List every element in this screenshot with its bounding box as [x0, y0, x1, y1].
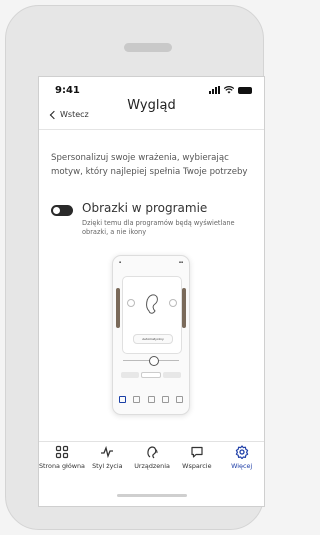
- pulse-icon: [101, 445, 114, 459]
- tab-support[interactable]: Wsparcie: [174, 445, 219, 485]
- preview-illustration: ▪ ▪▪ Automatyczny: [112, 255, 190, 415]
- phone-screen: 9:41 Wstecz Wygląd Spersonalizuj swoje w…: [38, 76, 265, 507]
- preview-dot-icon: [127, 299, 135, 307]
- tab-label: Wsparcie: [182, 462, 212, 470]
- tab-label: Strona główna: [39, 462, 85, 470]
- home-indicator: [117, 494, 187, 497]
- tab-label: Urządzenia: [134, 462, 170, 470]
- tab-label: Styl życia: [92, 462, 123, 470]
- gear-icon: [235, 445, 248, 459]
- tab-bar: Strona główna Styl życia Urządzenia Wspa…: [39, 445, 264, 485]
- ear-icon: [146, 294, 158, 314]
- preview-dot-icon: [169, 299, 177, 307]
- status-time: 9:41: [55, 85, 80, 96]
- preview-program-chip: Automatyczny: [133, 334, 173, 344]
- setting-description: Dzięki temu dla programów będą wyświetla…: [82, 219, 235, 236]
- header-divider: [39, 129, 264, 130]
- battery-icon: [238, 86, 252, 94]
- tab-lifestyle[interactable]: Styl życia: [85, 445, 130, 485]
- chat-bubble-icon: [191, 446, 203, 458]
- tab-more[interactable]: Więcej: [219, 445, 264, 485]
- hearing-aid-icon: [147, 446, 158, 459]
- wifi-icon: [224, 86, 234, 94]
- preview-status-bar: ▪ ▪▪: [119, 260, 183, 264]
- preview-right-hearing-aid: [182, 288, 186, 328]
- grid-icon: [55, 445, 69, 459]
- preview-segment-tabs: [121, 372, 181, 378]
- tab-devices[interactable]: Urządzenia: [130, 445, 175, 485]
- device-frame: 9:41 Wstecz Wygląd Spersonalizuj swoje w…: [5, 5, 265, 530]
- preview-slider-knob: [149, 356, 159, 366]
- preview-left-hearing-aid: [116, 288, 120, 328]
- tab-label: Więcej: [231, 462, 253, 470]
- status-icons: [209, 85, 252, 95]
- setting-label: Obrazki w programie: [82, 201, 208, 215]
- tabbar-divider: [39, 441, 264, 442]
- speaker-slot: [124, 43, 172, 52]
- tab-home[interactable]: Strona główna: [39, 445, 85, 485]
- page-title: Wygląd: [127, 98, 176, 113]
- toggle-knob: [53, 207, 60, 214]
- intro-text: Spersonalizuj swoje wrażenia, wybierając…: [51, 153, 248, 177]
- images-toggle[interactable]: [51, 205, 73, 216]
- preview-tab-bar: [119, 396, 183, 403]
- signal-icon: [209, 86, 220, 94]
- preview-program-card: Automatyczny: [122, 276, 182, 354]
